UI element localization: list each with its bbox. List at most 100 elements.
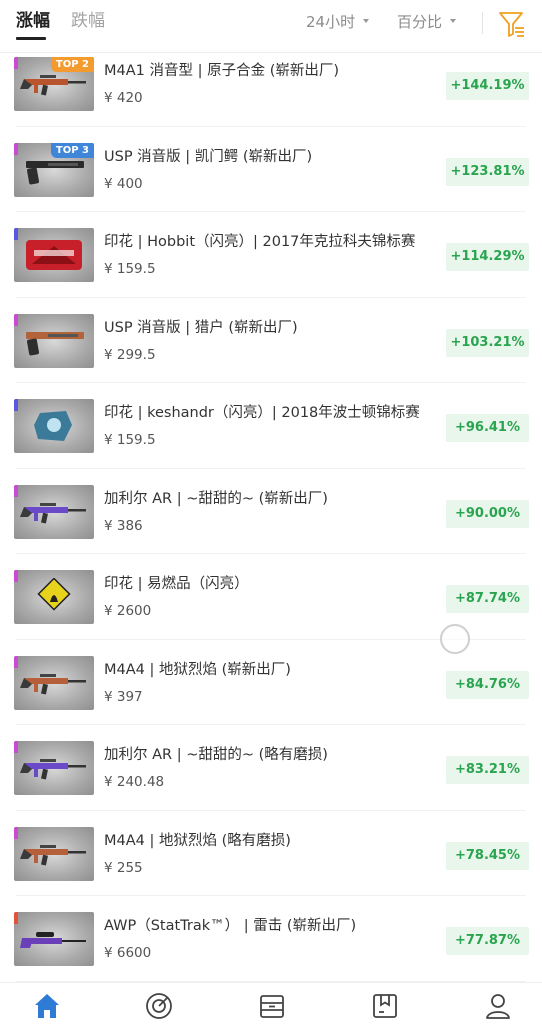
home-icon xyxy=(35,994,59,1018)
list-item[interactable]: 印花 | Hobbit（闪亮）| 2017年克拉科夫锦标赛 ¥ 159.5 +114… xyxy=(0,212,542,298)
list-item[interactable]: USP 消音版 | 猎户 (崭新出厂) ¥ 299.5 +103.21% xyxy=(0,298,542,384)
item-name: M4A4 | 地狱烈焰 (略有磨损) xyxy=(104,832,291,849)
list-item[interactable]: TOP 3 USP 消音版 | 凯门鳄 (崭新出厂) ¥ 400 +123.81% xyxy=(0,127,542,213)
item-image xyxy=(34,411,72,441)
item-price: ¥ 420 xyxy=(104,90,143,106)
rarity-marker xyxy=(14,142,18,155)
item-thumbnail xyxy=(14,228,94,282)
rarity-marker xyxy=(14,57,18,69)
item-name: M4A4 | 地狱烈焰 (崭新出厂) xyxy=(104,661,291,678)
rank-badge: TOP 2 xyxy=(50,57,94,72)
item-image xyxy=(37,578,71,611)
list-item[interactable]: TOP 2 M4A1 消音型 | 原子合金 (崭新出厂) ¥ 420 +144.19% xyxy=(0,41,542,127)
price-change-badge: +84.76% xyxy=(446,670,529,699)
rarity-marker xyxy=(14,912,18,924)
item-price: ¥ 299.5 xyxy=(104,346,156,363)
rarity-marker xyxy=(14,826,18,839)
item-thumbnail xyxy=(14,570,94,624)
list-item[interactable]: AWP（StatTrak™） | 雷击 (崭新出厂) ¥ 6600 +77.87% xyxy=(0,896,542,982)
item-name: 印花 | 易燃品（闪亮） xyxy=(104,576,249,592)
price-change-badge: +83.21% xyxy=(446,756,529,784)
item-thumbnail xyxy=(14,741,94,795)
item-list: TOP 2 M4A1 消音型 | 原子合金 (崭新出厂) ¥ 420 +144.19%… xyxy=(0,41,542,982)
list-item[interactable]: 加利尔 AR | ~甜甜的~ (略有磨损) ¥ 240.48 +83.21% xyxy=(0,725,542,811)
user-icon xyxy=(486,994,510,1019)
item-thumbnail xyxy=(14,826,94,881)
filter-button[interactable] xyxy=(496,8,528,40)
item-image xyxy=(20,844,86,866)
item-price: ¥ 397 xyxy=(104,688,143,705)
item-price: ¥ 2600 xyxy=(104,603,152,619)
item-price: ¥ 6600 xyxy=(104,945,152,961)
item-price: ¥ 159.5 xyxy=(104,432,156,448)
price-change-badge: +96.41% xyxy=(446,414,529,442)
price-change-badge: +77.87% xyxy=(446,927,529,955)
chevron-down-icon xyxy=(450,18,457,23)
item-image xyxy=(20,673,86,695)
tab-rise[interactable]: 涨幅 xyxy=(16,10,50,32)
item-name: USP 消音版 | 凯门鳄 (崭新出厂) xyxy=(104,148,313,165)
top-header: 涨幅 跌幅 24小时 百分比 xyxy=(0,0,542,53)
price-change-badge: +123.81% xyxy=(446,157,529,186)
item-price: ¥ 400 xyxy=(104,175,143,192)
floating-assist-button[interactable] xyxy=(440,624,470,654)
price-change-badge: +144.19% xyxy=(446,72,529,100)
rarity-marker xyxy=(14,655,18,668)
item-image xyxy=(26,240,82,270)
change-mode-label: 百分比 xyxy=(397,13,443,31)
time-range-label: 24小时 xyxy=(306,13,356,31)
item-name: AWP（StatTrak™） | 雷击 (崭新出厂) xyxy=(104,918,357,934)
item-thumbnail xyxy=(14,912,94,966)
item-thumbnail: TOP 3 xyxy=(14,142,94,197)
item-name: M4A1 消音型 | 原子合金 (崭新出厂) xyxy=(104,63,340,79)
nav-orders[interactable] xyxy=(370,991,400,1021)
price-change-badge: +78.45% xyxy=(446,841,529,870)
time-range-dropdown[interactable]: 24小时 xyxy=(306,12,370,32)
item-name: 加利尔 AR | ~甜甜的~ (崭新出厂) xyxy=(104,490,328,507)
rarity-marker xyxy=(14,313,18,326)
item-image xyxy=(20,932,86,948)
list-item[interactable]: M4A4 | 地狱烈焰 (略有磨损) ¥ 255 +78.45% xyxy=(0,811,542,897)
change-mode-dropdown[interactable]: 百分比 xyxy=(397,12,457,32)
nav-profile[interactable] xyxy=(483,991,513,1021)
item-thumbnail xyxy=(14,399,94,453)
nav-home[interactable] xyxy=(32,991,62,1021)
target-icon xyxy=(146,993,172,1019)
item-image xyxy=(26,331,84,355)
rarity-marker xyxy=(14,228,18,240)
price-change-badge: +114.29% xyxy=(446,243,529,271)
nav-inventory[interactable] xyxy=(257,991,287,1021)
rarity-marker xyxy=(14,741,18,753)
item-name: USP 消音版 | 猎户 (崭新出厂) xyxy=(104,319,298,336)
item-price: ¥ 386 xyxy=(104,517,143,534)
rarity-marker xyxy=(14,399,18,411)
item-price: ¥ 159.5 xyxy=(104,261,156,277)
active-tab-indicator xyxy=(16,37,46,40)
header-divider xyxy=(482,12,483,34)
item-name: 印花 | keshandr（闪亮）| 2018年波士顿锦标赛 xyxy=(104,405,420,421)
rarity-marker xyxy=(14,484,18,497)
item-thumbnail xyxy=(14,655,94,710)
item-name: 加利尔 AR | ~甜甜的~ (略有磨损) xyxy=(104,747,328,763)
list-item[interactable]: 加利尔 AR | ~甜甜的~ (崭新出厂) ¥ 386 +90.00% xyxy=(0,469,542,555)
item-thumbnail xyxy=(14,313,94,368)
price-change-badge: +90.00% xyxy=(446,499,529,528)
rarity-marker xyxy=(14,570,18,582)
item-image xyxy=(20,502,86,524)
bottom-nav xyxy=(0,982,542,1027)
item-image xyxy=(20,759,86,780)
price-change-badge: +103.21% xyxy=(446,328,529,357)
item-thumbnail: TOP 2 xyxy=(14,57,94,111)
item-name: 印花 | Hobbit（闪亮）| 2017年克拉科夫锦标赛 xyxy=(104,234,416,250)
list-item[interactable]: 印花 | keshandr（闪亮）| 2018年波士顿锦标赛 ¥ 159.5 +96… xyxy=(0,383,542,469)
nav-market[interactable] xyxy=(144,991,174,1021)
package-icon xyxy=(373,994,397,1018)
item-price: ¥ 240.48 xyxy=(104,774,165,790)
chevron-down-icon xyxy=(363,18,370,23)
item-thumbnail xyxy=(14,484,94,539)
tab-fall[interactable]: 跌幅 xyxy=(71,10,105,32)
price-change-badge: +87.74% xyxy=(446,585,529,613)
box-icon xyxy=(260,995,284,1018)
item-price: ¥ 255 xyxy=(104,859,143,876)
filter-icon xyxy=(499,12,524,37)
